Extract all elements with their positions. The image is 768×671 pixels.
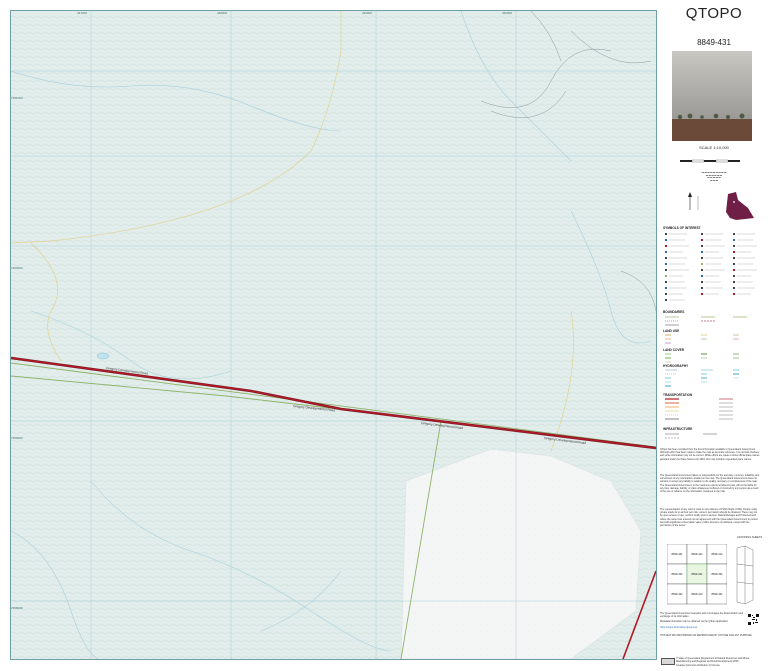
creative-commons-badge — [661, 658, 675, 665]
legend-land-use — [665, 334, 739, 344]
waterhole — [96, 352, 110, 360]
index-cell-2: 8849-412 — [712, 552, 724, 556]
legend-hydrography — [665, 369, 739, 387]
landscape-photo — [672, 51, 752, 141]
grid-label-top-3: 450000 — [502, 11, 513, 15]
map-canvas[interactable]: Gregory Developmental Road Gregory Devel… — [10, 10, 657, 660]
grid-label-top-0: 447000 — [77, 11, 88, 15]
index-cell-7: 8849-412 — [692, 592, 704, 596]
scale-text: SCALE 1:10,000 — [699, 145, 729, 150]
folding-diagram — [736, 545, 754, 605]
map-svg: Gregory Developmental Road Gregory Devel… — [11, 11, 656, 659]
feedback-note: The Queensland Government supports and e… — [660, 612, 744, 619]
license-note: Creative Commons Attribution 4.0 licence — [676, 664, 720, 667]
legend-transportation — [665, 398, 733, 420]
disclaimer-2: The Queensland Government takes no respo… — [660, 474, 760, 494]
grid-label-left-2: 7459000 — [11, 436, 23, 440]
legend-infrastructure — [665, 433, 717, 439]
grid-label-left-3: 7458000 — [11, 606, 23, 610]
adjoining-sheets-index: 8849-441 8849-442 8849-412 8849-433 8849-43… — [667, 544, 727, 605]
index-cell-5: 8849-434 — [712, 572, 724, 576]
legend-boundaries — [665, 316, 747, 326]
metadata-link[interactable]: https://qtopo.information.qld.gov.au — [660, 626, 746, 629]
index-cell-6: 8849-432 — [672, 592, 684, 596]
grid-label-left-1: 7460000 — [11, 266, 23, 270]
qr-note: Metadata information can be obtained via… — [660, 620, 729, 623]
legend-symbols — [665, 233, 757, 301]
qr-code[interactable] — [748, 614, 759, 625]
index-cell-4: 8849-431 — [692, 572, 704, 576]
grid-label-top-1: 448000 — [217, 11, 228, 15]
salt-pan-area — [400, 448, 642, 659]
datum-note: ▬ ▬ ▬ ▬ ▬ ▬ ▬ ▬ ▬ ▬ ▬ ▬ ▬ ▬ ▬ ▬ ▬ ▬ ▬ ▬ ▬ ▬… — [701, 172, 727, 182]
index-cell-0: 8849-441 — [672, 552, 684, 556]
legend-land-cover — [665, 353, 739, 363]
map-title: QTOPO — [685, 5, 743, 22]
print-note: THIS MAP MAY BE PRINTED OR REPRODUCED BY… — [660, 634, 753, 637]
legend-heading: SYMBOLS OF INTEREST — [663, 226, 701, 230]
grid-label-left-0: 7461000 — [11, 96, 23, 100]
locator-map — [688, 192, 754, 220]
sheet-number: 8849-431 — [697, 38, 731, 47]
disclaimer-1: QTopo has been compiled from the best in… — [660, 448, 760, 461]
index-cell-8: 8849-434 — [712, 592, 724, 596]
scale-bar — [680, 159, 740, 163]
grid-label-top-2: 449000 — [362, 11, 373, 15]
copyright-note: © State of Queensland (Department of Nat… — [676, 657, 750, 664]
index-title: ADJOINING SHEETS — [737, 536, 763, 539]
index-cell-3: 8849-433 — [672, 572, 684, 576]
disclaimer-3: The representation of any road or track … — [660, 508, 758, 528]
index-cell-1: 8849-442 — [692, 552, 704, 556]
